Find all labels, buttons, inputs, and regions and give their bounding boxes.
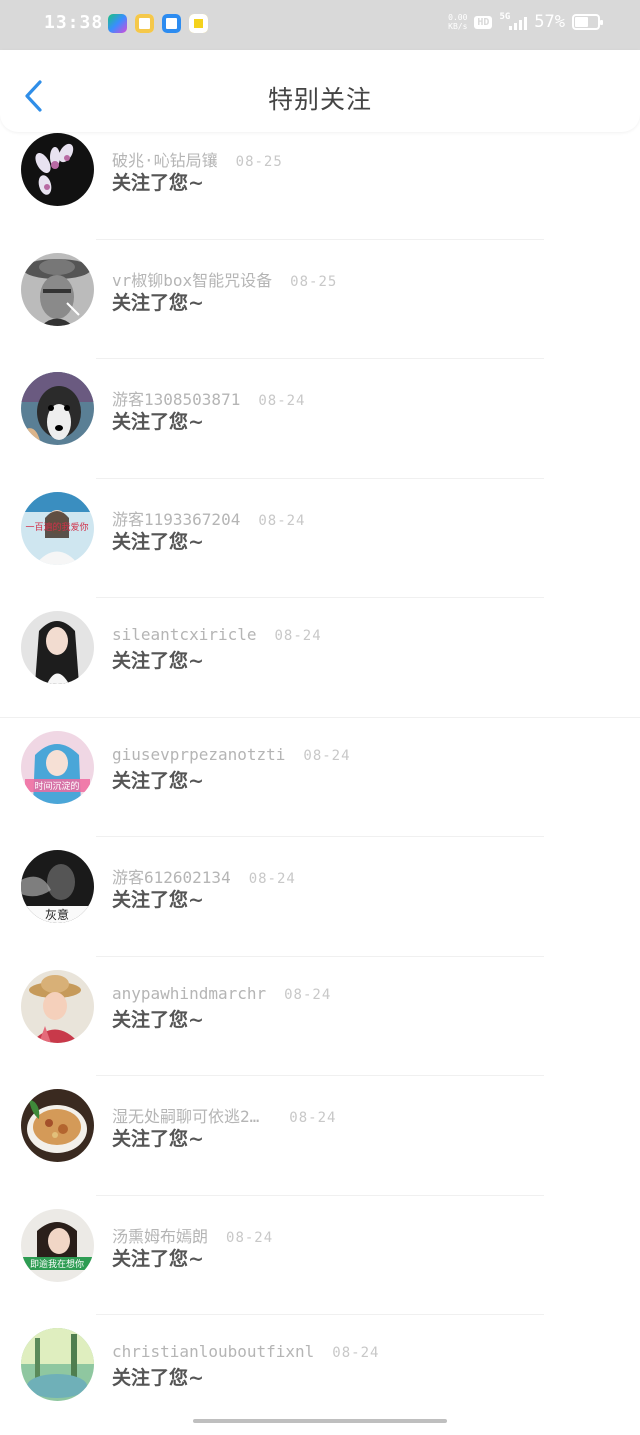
user-name-text: sileantcxiricle bbox=[112, 625, 257, 644]
avatar[interactable] bbox=[21, 133, 94, 206]
avatar[interactable] bbox=[21, 611, 94, 684]
network-speed-value: 0.00 bbox=[448, 13, 468, 22]
follow-date: 08-25 bbox=[235, 154, 283, 170]
avatar[interactable]: 时间沉淀的 bbox=[21, 730, 94, 804]
avatar[interactable] bbox=[21, 1089, 94, 1162]
battery-percent: 57% bbox=[534, 12, 565, 32]
list-item[interactable]: anypawhindmarchr 08-24 关注了您~ bbox=[0, 957, 640, 1076]
list-item[interactable]: 一百遍的我爱你 游客1193367204 08-24 关注了您~ bbox=[0, 479, 640, 598]
list-item[interactable]: christianlouboutfixnl 08-24 关注了您~ bbox=[0, 1315, 640, 1435]
list-item[interactable]: 湿无处嗣聊可依逃2… 08-24 关注了您~ bbox=[0, 1076, 640, 1196]
girl-blue-hood-avatar-image: 时间沉淀的 bbox=[21, 730, 94, 804]
follow-date: 08-24 bbox=[303, 747, 351, 764]
monkey-app-icon bbox=[135, 14, 154, 33]
avatar-caption: 即逾我在想你 bbox=[30, 1258, 84, 1270]
man-hat-avatar-image bbox=[21, 252, 94, 326]
status-bar: 13:38 0.00 KB/s HD 5G 57% bbox=[0, 0, 640, 50]
follower-list: 破兆·吣钻局镶 08-25 关注了您~ vr椒铆box智能咒设备 08-25 关注了… bbox=[0, 120, 640, 1435]
network-speed: 0.00 KB/s bbox=[448, 13, 467, 31]
user-name[interactable]: anypawhindmarchr 08-24 bbox=[112, 984, 331, 1003]
list-item[interactable]: 游客1308503871 08-24 关注了您~ bbox=[0, 359, 640, 479]
follow-date: 08-24 bbox=[284, 986, 332, 1003]
follow-message: 关注了您~ bbox=[112, 889, 204, 911]
girl-dark-hair-avatar-image bbox=[21, 611, 94, 684]
avatar-caption: 时间沉淀的 bbox=[34, 780, 79, 792]
husky-avatar-image bbox=[21, 372, 94, 445]
hd-badge: HD bbox=[474, 15, 493, 29]
orchid-avatar-image bbox=[21, 133, 94, 206]
avatar[interactable]: 即逾我在想你 bbox=[21, 1208, 94, 1282]
avatar[interactable] bbox=[21, 252, 94, 326]
food-bowl-avatar-image bbox=[21, 1089, 94, 1162]
follow-date: 08-24 bbox=[258, 393, 306, 409]
page-title: 特别关注 bbox=[267, 85, 372, 114]
follow-message: 关注了您~ bbox=[112, 411, 204, 433]
network-type: 5G bbox=[499, 12, 511, 22]
notification-icons bbox=[108, 14, 208, 33]
follow-message: 关注了您~ bbox=[112, 1008, 204, 1031]
avatar[interactable] bbox=[21, 1328, 94, 1401]
signal-icon bbox=[509, 14, 528, 30]
follow-message: 关注了您~ bbox=[112, 769, 204, 792]
user-name[interactable]: giusevprpezanotzti 08-24 bbox=[112, 745, 351, 764]
follow-message: 关注了您~ bbox=[112, 172, 204, 194]
battery-icon bbox=[572, 14, 603, 30]
list-item[interactable]: sileantcxiricle 08-24 关注了您~ bbox=[0, 598, 640, 718]
girl-caption-avatar-image: 一百遍的我爱你 bbox=[21, 491, 94, 565]
list-item[interactable]: 时间沉淀的 giusevprpezanotzti 08-24 关注了您~ bbox=[0, 718, 640, 837]
browser-app-icon bbox=[162, 14, 181, 33]
follow-date: 08-25 bbox=[290, 273, 338, 290]
follow-date: 08-24 bbox=[258, 512, 306, 529]
list-item[interactable]: vr椒铆box智能咒设备 08-25 关注了您~ bbox=[0, 240, 640, 359]
follow-date: 08-24 bbox=[226, 1229, 274, 1246]
follow-date: 08-24 bbox=[332, 1345, 380, 1361]
avatar[interactable]: 灰意 bbox=[21, 850, 94, 923]
follow-message: 关注了您~ bbox=[112, 291, 204, 314]
smoke-avatar-image: 灰意 bbox=[21, 850, 94, 923]
follow-message: 关注了您~ bbox=[112, 1247, 204, 1270]
follow-message: 关注了您~ bbox=[112, 530, 204, 553]
follow-message: 关注了您~ bbox=[112, 1367, 204, 1389]
user-name-text: giusevprpezanotzti bbox=[112, 744, 286, 764]
status-right: 0.00 KB/s HD 5G 57% bbox=[448, 12, 603, 32]
woman-banner-avatar-image: 即逾我在想你 bbox=[21, 1208, 94, 1282]
avatar[interactable] bbox=[21, 372, 94, 445]
avatar[interactable] bbox=[21, 969, 94, 1043]
follow-date: 08-24 bbox=[248, 871, 296, 887]
child-straw-hat-avatar-image bbox=[21, 969, 94, 1043]
follow-message: 关注了您~ bbox=[112, 650, 204, 672]
list-item[interactable]: 破兆·吣钻局镶 08-25 关注了您~ bbox=[0, 120, 640, 240]
forest-avatar-image bbox=[21, 1328, 94, 1401]
music-app-icon bbox=[189, 14, 208, 33]
status-time: 13:38 bbox=[44, 12, 104, 33]
follow-date: 08-24 bbox=[289, 1110, 337, 1126]
user-name[interactable]: sileantcxiricle 08-24 bbox=[112, 625, 322, 644]
user-name-text: anypawhindmarchr bbox=[112, 983, 267, 1003]
avatar[interactable]: 一百遍的我爱你 bbox=[21, 491, 94, 565]
user-name[interactable]: christianlouboutfixnl 08-24 bbox=[112, 1342, 379, 1361]
list-item[interactable]: 即逾我在想你 汤熏姆布嫣朗 08-24 关注了您~ bbox=[0, 1196, 640, 1315]
avatar-caption: 灰意 bbox=[45, 907, 69, 922]
iqiyi-app-icon bbox=[108, 14, 127, 33]
follow-message: 关注了您~ bbox=[112, 1128, 204, 1150]
home-indicator[interactable] bbox=[193, 1419, 447, 1423]
network-speed-unit: KB/s bbox=[448, 22, 468, 31]
user-name-text: christianlouboutfixnl bbox=[112, 1342, 315, 1361]
avatar-caption: 一百遍的我爱你 bbox=[25, 521, 88, 533]
list-item[interactable]: 灰意 游客612602134 08-24 关注了您~ bbox=[0, 837, 640, 957]
follow-date: 08-24 bbox=[274, 628, 322, 644]
